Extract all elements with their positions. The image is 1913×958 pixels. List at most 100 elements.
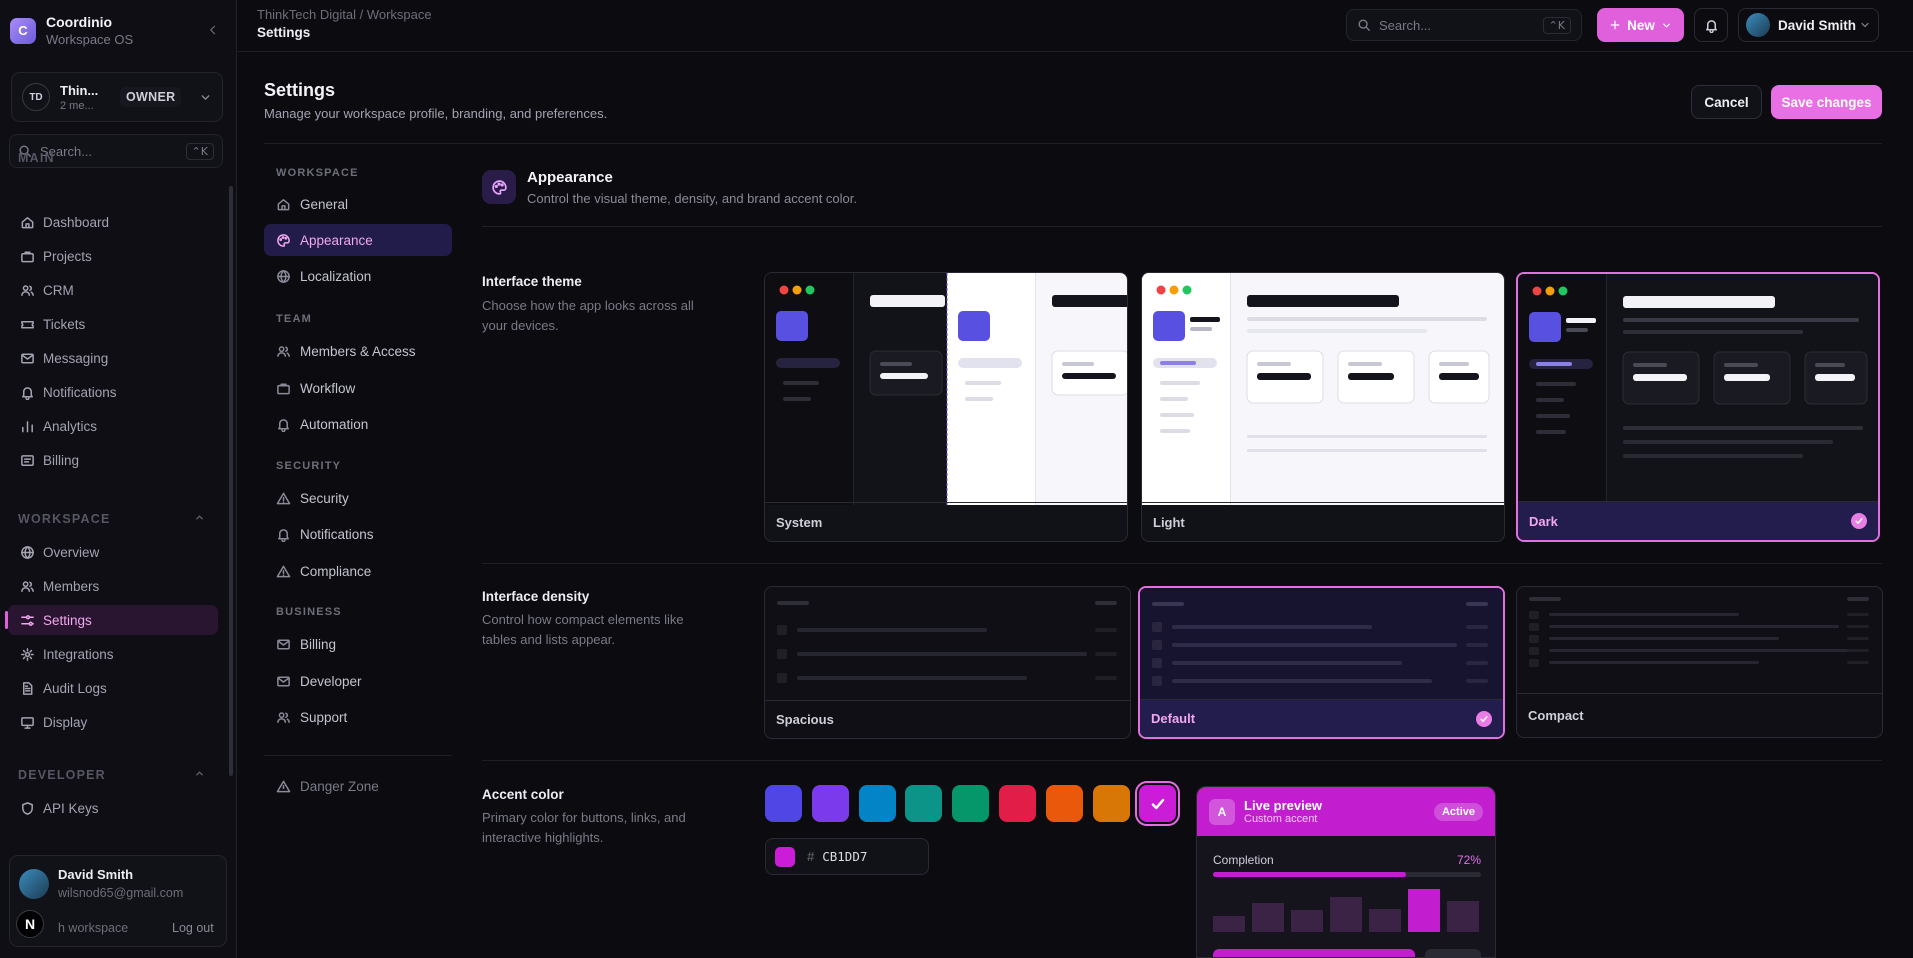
sidebar-item-settings[interactable]: Settings	[5, 605, 218, 635]
sidebar-scrollbar[interactable]	[229, 186, 233, 776]
preview-chart-bar	[1291, 910, 1323, 932]
accent-swatch[interactable]	[858, 785, 896, 822]
notification-badge[interactable]: N	[16, 910, 44, 938]
settings-nav-appearance[interactable]: Appearance	[264, 224, 452, 256]
theme-option-dark[interactable]: Dark	[1516, 272, 1880, 542]
settings-nav-workflow[interactable]: Workflow	[264, 372, 452, 404]
preview-avatar: A	[1209, 798, 1235, 825]
settings-nav-label: Support	[300, 709, 348, 725]
save-changes-button[interactable]: Save changes	[1771, 85, 1882, 119]
sidebar-item-api-keys[interactable]: API Keys	[8, 793, 218, 823]
density-title: Interface density	[482, 589, 590, 604]
avatar[interactable]	[19, 869, 49, 899]
notifications-button[interactable]	[1694, 8, 1728, 42]
sidebar-item-tickets[interactable]: Tickets	[8, 309, 218, 339]
briefcase-icon	[21, 251, 34, 262]
accent-swatch[interactable]	[1045, 785, 1083, 822]
accent-swatch[interactable]	[999, 785, 1036, 822]
sidebar-section-workspace[interactable]: WORKSPACE	[18, 512, 111, 526]
org-switcher[interactable]: TD Thin... 2 me... OWNER	[11, 72, 223, 122]
plus-icon	[1610, 20, 1620, 30]
density-option-compact[interactable]: Compact	[1516, 586, 1883, 738]
sidebar-section-developer[interactable]: DEVELOPER	[18, 768, 106, 782]
globe-icon	[277, 269, 290, 283]
settings-section-team: TEAM	[276, 313, 312, 325]
user-menu-button[interactable]: David Smith	[1738, 8, 1879, 42]
settings-nav-localization[interactable]: Localization	[264, 260, 452, 292]
system-theme-preview	[765, 273, 1127, 505]
accent-swatch[interactable]	[765, 785, 802, 822]
collapse-sidebar-icon[interactable]	[207, 24, 219, 36]
user-name: David Smith	[58, 867, 134, 882]
topbar: ThinkTech Digital / Workspace Settings S…	[238, 0, 1913, 52]
sidebar-item-analytics[interactable]: Analytics	[8, 411, 218, 441]
search-icon	[1358, 19, 1370, 31]
sidebar-item-audit-logs[interactable]: Audit Logs	[8, 673, 218, 703]
sidebar-section-main: MAIN	[18, 151, 55, 165]
preview-chart-bar	[1447, 901, 1479, 932]
accent-swatch[interactable]	[905, 785, 943, 822]
sidebar-item-crm[interactable]: CRM	[8, 275, 218, 305]
global-search-placeholder: Search...	[1379, 17, 1432, 33]
settings-nav-label: Billing	[300, 636, 337, 652]
new-button[interactable]: New	[1597, 8, 1684, 42]
color-preview-dot	[775, 846, 795, 867]
sidebar-item-overview[interactable]: Overview	[8, 537, 218, 567]
sidebar-item-integrations[interactable]: Integrations	[8, 639, 218, 669]
checkmark-icon	[1151, 798, 1165, 809]
light-theme-preview	[1142, 273, 1504, 505]
sidebar-item-display[interactable]: Display	[8, 707, 218, 737]
settings-nav-compliance[interactable]: Compliance	[264, 555, 452, 587]
dark-theme-preview	[1518, 274, 1878, 504]
sidebar-item-notifications[interactable]: Notifications	[8, 377, 218, 407]
density-option-label: Compact	[1517, 693, 1882, 737]
global-search-input[interactable]: Search... ⌃K	[1346, 9, 1582, 41]
settings-nav-members-access[interactable]: Members & Access	[264, 335, 452, 367]
cancel-button[interactable]: Cancel	[1691, 85, 1762, 119]
settings-nav-support[interactable]: Support	[264, 701, 452, 733]
breadcrumb[interactable]: ThinkTech Digital / Workspace	[257, 7, 432, 22]
chevron-down-icon	[199, 91, 212, 104]
page-subtitle: Manage your workspace profile, branding,…	[264, 106, 608, 121]
switch-workspace-link[interactable]: h workspace	[58, 921, 128, 935]
settings-nav-billing[interactable]: Billing	[264, 628, 452, 660]
search-shortcut: ⌃K	[185, 142, 214, 160]
theme-option-system[interactable]: System	[764, 272, 1128, 542]
settings-nav-notifications[interactable]: Notifications	[264, 518, 452, 550]
settings-nav-developer[interactable]: Developer	[264, 665, 452, 697]
section-title: Appearance	[527, 169, 613, 186]
preview-chart-bar	[1408, 889, 1440, 932]
checkmark-icon	[1851, 513, 1867, 529]
accent-swatch[interactable]	[1092, 785, 1130, 822]
hex-value: CB1DD7	[822, 849, 868, 864]
brand[interactable]: C Coordinio Workspace OS	[10, 14, 133, 47]
theme-option-label: System	[765, 502, 1127, 541]
accent-swatch[interactable]	[811, 785, 849, 822]
chevron-up-icon[interactable]	[194, 768, 205, 779]
sidebar-item-dashboard[interactable]: Dashboard	[8, 207, 218, 237]
sidebar-item-billing[interactable]: Billing	[8, 445, 218, 475]
sidebar-item-members[interactable]: Members	[8, 571, 218, 601]
monitor-icon	[21, 716, 34, 729]
sidebar-item-label: Display	[43, 714, 88, 730]
accent-swatch[interactable]	[952, 785, 990, 822]
hex-color-input[interactable]: # CB1DD7	[765, 838, 929, 875]
density-option-spacious[interactable]: Spacious	[764, 586, 1131, 739]
settings-nav-label: Automation	[300, 416, 369, 432]
chevron-up-icon[interactable]	[194, 512, 205, 523]
settings-nav-danger-zone[interactable]: Danger Zone	[264, 770, 452, 802]
sidebar-item-projects[interactable]: Projects	[8, 241, 218, 271]
accent-swatch[interactable]	[1135, 781, 1181, 826]
users-icon	[21, 284, 34, 296]
theme-option-label: Dark	[1518, 501, 1878, 540]
density-option-default[interactable]: Default	[1138, 586, 1505, 739]
settings-nav-general[interactable]: General	[264, 188, 452, 220]
theme-description: Choose how the app looks across all your…	[482, 298, 694, 333]
settings-nav-security[interactable]: Security	[264, 482, 452, 514]
sidebar-item-messaging[interactable]: Messaging	[8, 343, 218, 373]
logout-link[interactable]: Log out	[172, 921, 214, 935]
briefcase-icon	[277, 383, 290, 394]
settings-nav-automation[interactable]: Automation	[264, 408, 452, 440]
theme-option-light[interactable]: Light	[1141, 272, 1505, 542]
users-icon	[277, 711, 290, 723]
